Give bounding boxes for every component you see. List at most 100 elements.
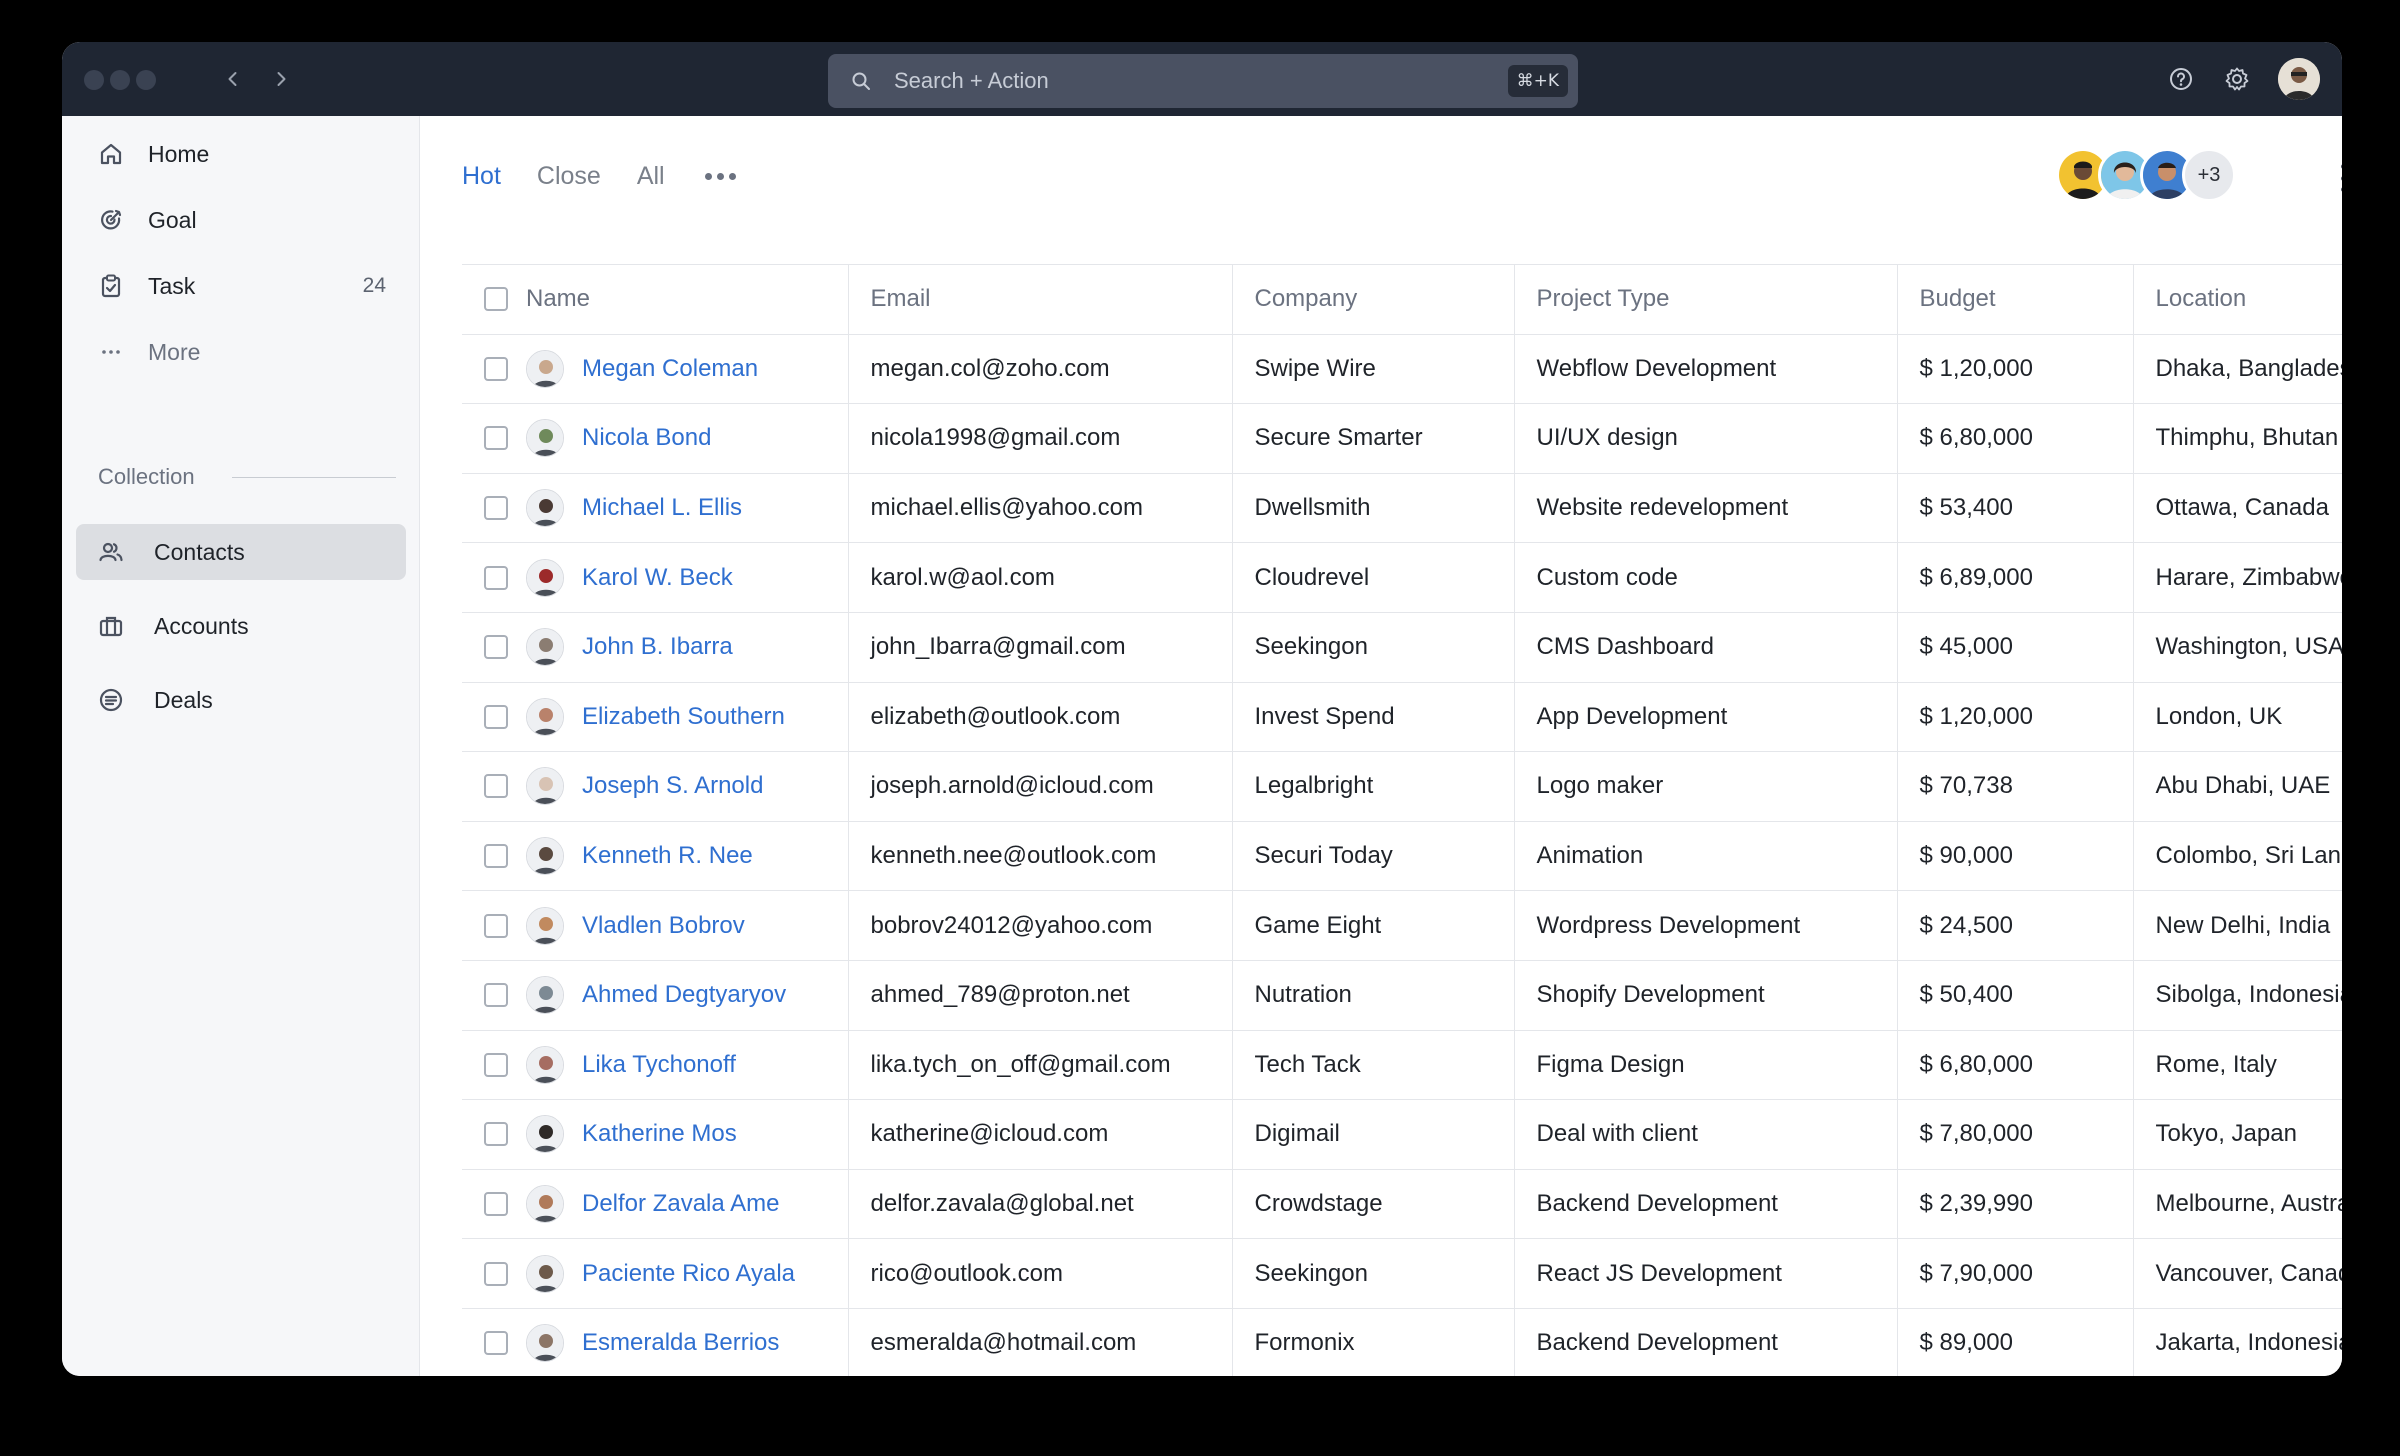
table-header-row: Name Email Company Project Type Budget L… (462, 264, 2342, 335)
contact-name-link[interactable]: Katherine Mos (582, 1120, 737, 1148)
contact-name-link[interactable]: Nicola Bond (582, 424, 711, 452)
tab-close[interactable]: Close (537, 162, 601, 191)
table-row[interactable]: Delfor Zavala Ame delfor.zavala@global.ne… (462, 1169, 2342, 1240)
user-avatar[interactable] (2278, 58, 2320, 100)
contact-company: Tech Tack (1231, 1030, 1514, 1101)
contact-name-link[interactable]: Esmeralda Berrios (582, 1329, 779, 1357)
contact-company: Digimail (1231, 1099, 1514, 1170)
sidebar-item-more[interactable]: More (62, 324, 420, 380)
row-checkbox[interactable] (484, 1261, 508, 1286)
contact-email: lika.tych_on_off@gmail.com (847, 1030, 1232, 1101)
sidebar-item-home[interactable]: Home (62, 126, 420, 182)
contact-name-link[interactable]: John B. Ibarra (582, 633, 733, 661)
table-row[interactable]: Lika Tychonoff lika.tych_on_off@gmail.com… (462, 1030, 2342, 1101)
row-checkbox[interactable] (484, 983, 508, 1008)
sidebar-item-accounts[interactable]: Accounts (76, 598, 406, 654)
row-checkbox[interactable] (484, 913, 508, 938)
contact-name-link[interactable]: Vladlen Bobrov (582, 912, 745, 940)
titlebar: Search + Action ⌘+K (62, 42, 2342, 116)
tab-hot[interactable]: Hot (462, 162, 501, 191)
contact-company: Game Eight (1231, 890, 1514, 961)
contact-name-link[interactable]: Kenneth R. Nee (582, 842, 753, 870)
contact-name-link[interactable]: Lika Tychonoff (582, 1051, 736, 1079)
sidebar-item-label: Contacts (154, 538, 245, 565)
contact-name-link[interactable]: Michael L. Ellis (582, 494, 742, 522)
row-checkbox[interactable] (484, 426, 508, 451)
contact-name-link[interactable]: Joseph S. Arnold (582, 772, 763, 800)
back-button[interactable] (216, 62, 250, 96)
column-header-email[interactable]: Email (847, 264, 1232, 335)
window-zoom-button[interactable] (136, 70, 156, 90)
window-close-button[interactable] (84, 70, 104, 90)
table-row[interactable]: Megan Coleman megan.col@zoho.com Swipe Wir… (462, 334, 2342, 405)
row-checkbox[interactable] (484, 844, 508, 869)
contact-name-link[interactable]: Ahmed Degtyaryov (582, 981, 786, 1009)
sidebar-item-contacts[interactable]: Contacts (76, 524, 406, 580)
contact-name-link[interactable]: Paciente Rico Ayala (582, 1260, 795, 1288)
table-row[interactable]: Michael L. Ellis michael.ellis@yahoo.com D… (462, 473, 2342, 544)
table-row[interactable]: Karol W. Beck karol.w@aol.com Cloudrevel Cu… (462, 542, 2342, 613)
row-checkbox[interactable] (484, 704, 508, 729)
contact-avatar (526, 349, 564, 388)
table-row[interactable]: Joseph S. Arnold joseph.arnold@icloud.com… (462, 751, 2342, 822)
contact-budget: $ 6,80,000 (1896, 1030, 2133, 1101)
column-header-project-type[interactable]: Project Type (1513, 264, 1897, 335)
search-input[interactable]: Search + Action (894, 68, 1508, 94)
gear-icon (2225, 67, 2249, 91)
column-header-location[interactable]: Location (2132, 264, 2342, 335)
row-checkbox[interactable] (484, 565, 508, 590)
team-members[interactable]: +3 (2056, 148, 2236, 204)
contact-project-type: App Development (1513, 682, 1897, 753)
row-checkbox[interactable] (484, 1192, 508, 1217)
contact-avatar (526, 1115, 564, 1154)
contact-location: Melbourne, Australia (2132, 1169, 2342, 1240)
contact-name-link[interactable]: Megan Coleman (582, 355, 758, 383)
home-icon (96, 139, 126, 169)
row-checkbox[interactable] (484, 1122, 508, 1147)
table-row[interactable]: Esmeralda Berrios esmeralda@hotmail.com Fo… (462, 1308, 2342, 1376)
table-row[interactable]: Paciente Rico Ayala rico@outlook.com Seeki… (462, 1238, 2342, 1309)
column-header-budget[interactable]: Budget (1896, 264, 2133, 335)
row-checkbox[interactable] (484, 356, 508, 381)
contact-location: Abu Dhabi, UAE (2132, 751, 2342, 822)
more-options-button[interactable] (2328, 160, 2342, 196)
column-header-company[interactable]: Company (1231, 264, 1514, 335)
contact-budget: $ 50,400 (1896, 960, 2133, 1031)
table-row[interactable]: Ahmed Degtyaryov ahmed_789@proton.net Nutr… (462, 960, 2342, 1031)
sidebar-item-deals[interactable]: Deals (76, 672, 406, 728)
contact-name-link[interactable]: Delfor Zavala Ame (582, 1190, 779, 1218)
forward-button[interactable] (264, 62, 298, 96)
contact-project-type: Wordpress Development (1513, 890, 1897, 961)
users-icon (96, 537, 126, 567)
sidebar-item-task[interactable]: Task 24 (62, 258, 420, 314)
contact-name-link[interactable]: Karol W. Beck (582, 564, 733, 592)
column-header-name[interactable]: Name (526, 264, 848, 335)
table-row[interactable]: Kenneth R. Nee kenneth.nee@outlook.com Sec… (462, 821, 2342, 892)
search-bar[interactable]: Search + Action ⌘+K (828, 54, 1578, 108)
row-checkbox[interactable] (484, 496, 508, 521)
contact-project-type: Deal with client (1513, 1099, 1897, 1170)
settings-button[interactable] (2222, 64, 2252, 94)
row-checkbox[interactable] (484, 1331, 508, 1356)
contact-budget: $ 6,89,000 (1896, 542, 2133, 613)
table-row[interactable]: Vladlen Bobrov bobrov24012@yahoo.com Game … (462, 890, 2342, 961)
table-row[interactable]: Elizabeth Southern elizabeth@outlook.com I… (462, 682, 2342, 753)
tabs-more-button[interactable] (704, 172, 736, 180)
row-checkbox[interactable] (484, 1052, 508, 1077)
sidebar: Home Goal Task 24 More Collection Contac… (62, 116, 420, 1376)
tab-all[interactable]: All (637, 162, 665, 191)
sidebar-item-label: Home (148, 140, 210, 167)
table-row[interactable]: Katherine Mos katherine@icloud.com Digimai… (462, 1099, 2342, 1170)
contact-location: Vancouver, Canada (2132, 1238, 2342, 1309)
contact-name-link[interactable]: Elizabeth Southern (582, 703, 785, 731)
row-checkbox[interactable] (484, 774, 508, 799)
help-button[interactable] (2166, 64, 2196, 94)
select-all-checkbox[interactable] (484, 287, 508, 312)
table-row[interactable]: Nicola Bond nicola1998@gmail.com Secure Sm… (462, 403, 2342, 474)
table-row[interactable]: John B. Ibarra john_Ibarra@gmail.com Seeki… (462, 612, 2342, 683)
row-checkbox[interactable] (484, 635, 508, 660)
sidebar-item-goal[interactable]: Goal (62, 192, 420, 248)
contact-budget: $ 89,000 (1896, 1308, 2133, 1376)
contact-company: Securi Today (1231, 821, 1514, 892)
window-minimize-button[interactable] (110, 70, 130, 90)
